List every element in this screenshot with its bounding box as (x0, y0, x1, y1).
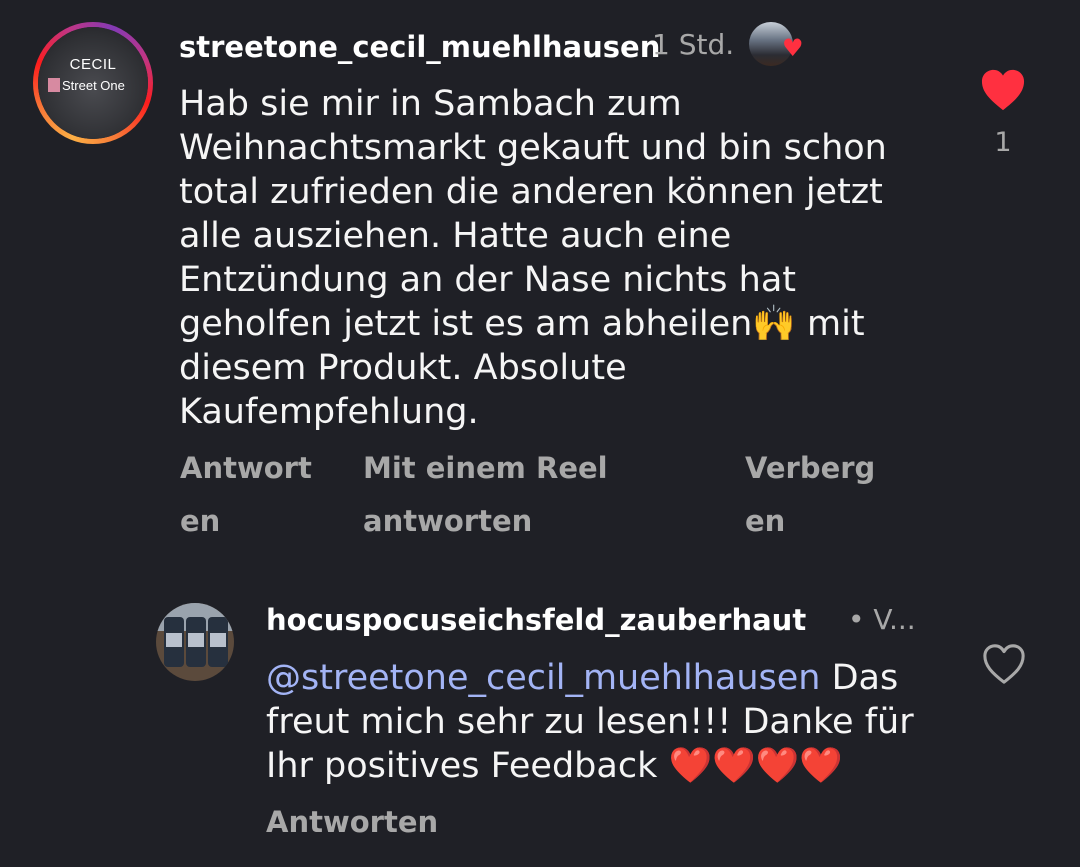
reply-line: freut mich sehr zu lesen!!! Danke für (266, 702, 914, 742)
reply-username[interactable]: hocuspocuseichsfeld_zauberhaut (266, 598, 806, 642)
comment-line: diesem Produkt. Absolute (179, 348, 627, 388)
creator-liked-badge: ♥ (749, 22, 804, 66)
reel-reply-button[interactable]: Mit einem Reel antworten (363, 442, 608, 548)
comment-line: Entzündung an der Nase nichts hat (179, 260, 796, 300)
reply-line: Ihr positives Feedback ❤️❤️❤️❤️ (266, 744, 946, 788)
reply-timestamp: • V... (848, 603, 916, 636)
hide-button[interactable]: Verberg en (745, 442, 875, 548)
avatar-brand-bottom-text: Street One (62, 78, 125, 93)
comment-line: total zufrieden die anderen können jetzt (179, 172, 883, 212)
reply-avatar[interactable] (156, 603, 234, 681)
reply-button-line: Antwort (180, 451, 312, 485)
heart-filled-icon (981, 69, 1025, 111)
comment-line: Weihnachtsmarkt gekauft und bin schon (179, 128, 887, 168)
reel-reply-button-line: antworten (363, 504, 533, 538)
avatar-brand-top: CECIL (69, 56, 117, 73)
avatar-brand-bottom: Street One (48, 78, 125, 93)
avatar-photo: CECIL Street One (38, 27, 148, 139)
brand-square-icon (48, 78, 60, 92)
reply-button-line: en (180, 504, 221, 538)
comment-line: geholfen jetzt ist es am abheilen🙌 mit (179, 304, 865, 344)
comment-body: Hab sie mir in Sambach zum Weihnachtsmar… (179, 82, 939, 434)
reply-body: @streetone_cecil_muehlhausen Das freut m… (266, 656, 946, 788)
reply-line: @streetone_cecil_muehlhausen Das (266, 656, 946, 700)
reply-like-button[interactable] (981, 642, 1027, 686)
hearts-emoji: ❤️❤️❤️❤️ (668, 746, 843, 786)
like-count: 1 (994, 127, 1012, 158)
reel-reply-button-line: Mit einem Reel (363, 451, 608, 485)
heart-icon: ♥ (782, 34, 804, 62)
reply-line-text: Ihr positives Feedback (266, 746, 669, 786)
commenter-avatar[interactable]: CECIL Street One (33, 22, 153, 144)
reply-line-suffix: Das (820, 658, 899, 698)
reply-reply-button[interactable]: Antworten (266, 797, 438, 847)
mention-link[interactable]: @streetone_cecil_muehlhausen (266, 658, 820, 698)
comment-username[interactable]: streetone_cecil_muehlhausen (179, 25, 660, 69)
comment-timestamp: 1 Std. (652, 28, 735, 61)
comment-line: alle ausziehen. Hatte auch eine (179, 216, 732, 256)
heart-outline-icon (983, 644, 1025, 684)
hide-button-line: en (745, 504, 786, 538)
reply-button[interactable]: Antwort en (180, 442, 312, 548)
like-button[interactable] (980, 68, 1026, 112)
comment-line: Hab sie mir in Sambach zum (179, 84, 682, 124)
comment-line: Kaufempfehlung. (179, 392, 479, 432)
hide-button-line: Verberg (745, 451, 876, 485)
